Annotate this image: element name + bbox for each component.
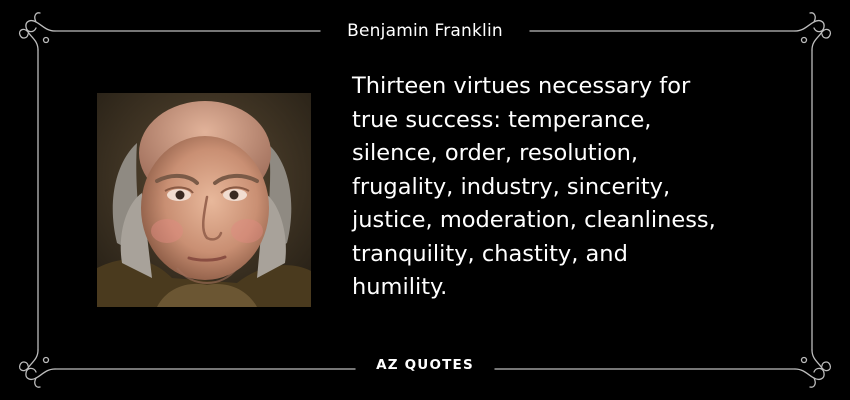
quote-line: humility. bbox=[352, 274, 448, 300]
author-name: Benjamin Franklin bbox=[0, 20, 850, 42]
quote-line: silence, order, resolution, bbox=[352, 140, 638, 166]
quote-line: frugality, industry, sincerity, bbox=[352, 173, 671, 200]
author-portrait bbox=[97, 93, 311, 307]
portrait-image bbox=[97, 93, 311, 307]
quote-line: true success: temperance, bbox=[352, 106, 652, 133]
quote-text: Thirteen virtues necessary for true succ… bbox=[352, 70, 772, 305]
quote-card: Benjamin Franklin Thirteen virtues neces… bbox=[0, 0, 850, 400]
quote-line: justice, moderation, cleanliness, bbox=[352, 207, 716, 233]
author-name-text: Benjamin Franklin bbox=[333, 20, 517, 42]
quote-line: tranquility, chastity, and bbox=[352, 240, 628, 267]
logo-text: AZ QUOTES bbox=[364, 356, 486, 374]
azquotes-logo: AZ QUOTES bbox=[0, 356, 850, 374]
quote-line: Thirteen virtues necessary for bbox=[352, 73, 691, 99]
